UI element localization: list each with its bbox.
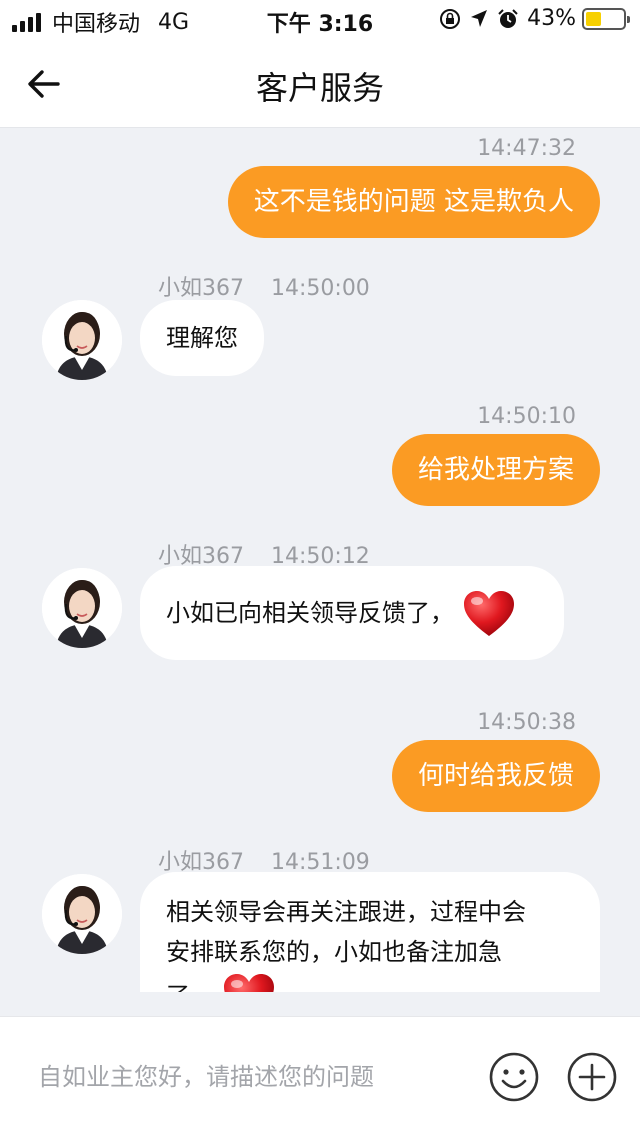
plus-circle-icon <box>567 1052 617 1102</box>
alarm-icon <box>498 8 518 28</box>
message-timestamp: 14:50:10 <box>477 404 576 429</box>
battery-icon <box>582 7 630 30</box>
location-icon <box>471 9 488 27</box>
page-title: 客户服务 <box>255 69 384 107</box>
outgoing-message[interactable]: 何时给我反馈 <box>391 740 600 812</box>
battery-percent: 43% <box>527 6 576 31</box>
message-input[interactable] <box>36 1053 456 1101</box>
message-line: 相关领导会再关注跟进，过程中会 <box>166 898 526 926</box>
incoming-message[interactable]: 理解您 <box>140 300 264 376</box>
message-line: 安排联系您的，小如也备注加急 <box>166 938 502 966</box>
status-bar-right: 43% <box>439 6 630 31</box>
message-timestamp: 14:47:32 <box>477 136 576 161</box>
agent-avatar-image <box>42 300 122 380</box>
message-text: 小如已向相关领导反馈了， <box>166 599 454 627</box>
message-meta: 小如367 14:50:00 <box>158 270 370 302</box>
incoming-message[interactable]: 小如已向相关领导反馈了， <box>140 566 564 660</box>
battery-fill <box>586 11 602 26</box>
message-timestamp: 14:50:38 <box>477 710 576 735</box>
outgoing-message[interactable]: 给我处理方案 <box>391 434 600 506</box>
message-timestamp: 14:50:00 <box>271 276 370 301</box>
agent-avatar-image <box>42 874 122 954</box>
agent-avatar[interactable] <box>42 568 122 648</box>
message-line: 了， <box>166 972 574 992</box>
incoming-message[interactable]: 相关领导会再关注跟进，过程中会 安排联系您的，小如也备注加急 了， <box>140 872 600 992</box>
heart-icon <box>463 591 514 636</box>
orientation-lock-icon <box>440 8 461 29</box>
agent-avatar-image <box>42 568 122 648</box>
agent-avatar[interactable] <box>42 300 122 380</box>
nav-bar: 客户服务 <box>0 40 640 128</box>
outgoing-message[interactable]: 这不是钱的问题 这是欺负人 <box>227 166 600 238</box>
agent-name: 小如367 <box>158 276 244 301</box>
agent-avatar[interactable] <box>42 874 122 954</box>
input-bar <box>0 1016 640 1136</box>
smiley-icon <box>489 1052 539 1102</box>
status-bar: 中国移动 4G 下午 3:16 43% <box>0 0 640 40</box>
chat-thread[interactable]: 14:47:32 这不是钱的问题 这是欺负人 小如367 14:50:00 理解… <box>0 128 640 992</box>
emoji-button[interactable] <box>488 1051 540 1103</box>
heart-icon <box>223 974 274 992</box>
add-attachment-button[interactable] <box>566 1051 618 1103</box>
